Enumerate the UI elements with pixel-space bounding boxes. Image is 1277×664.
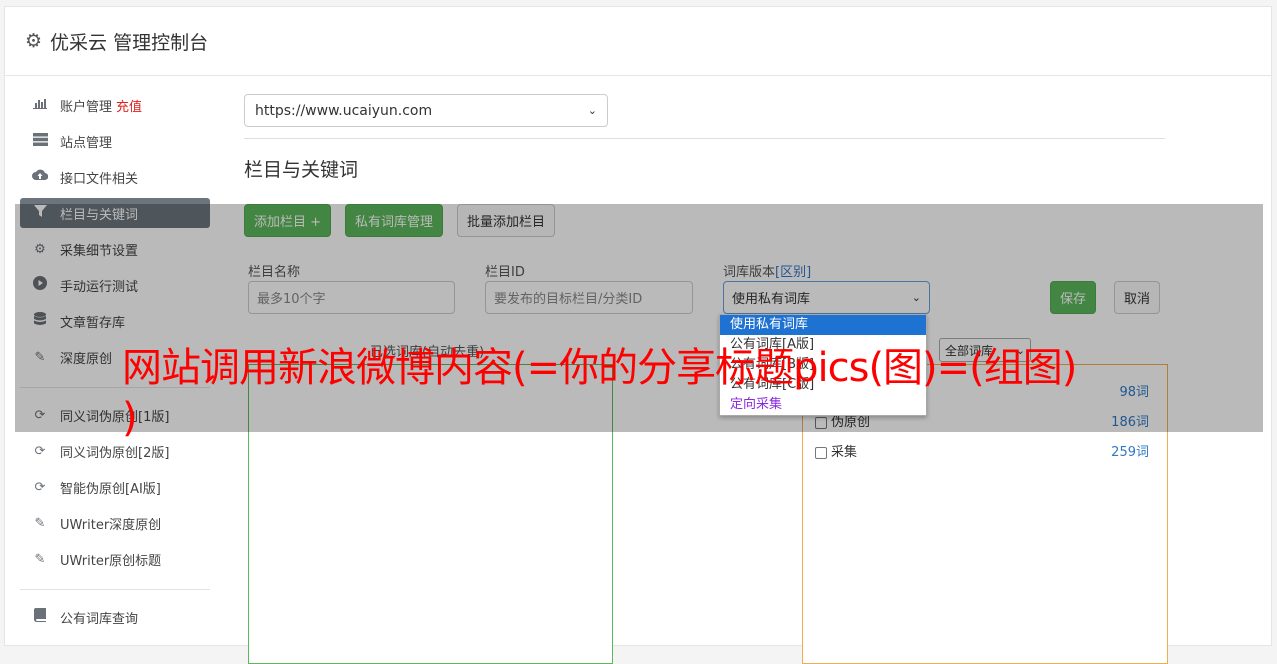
sidebar-item-label: 公有词库查询 [60,611,139,627]
sidebar-item-label: 同义词伪原创[2版] [60,445,170,461]
sidebar-item-label: 账户管理 [60,99,113,115]
sidebar-item-public-lib[interactable]: 公有词库查询 [20,602,210,632]
sidebar-item-label: 接口文件相关 [60,171,139,187]
main-content: https://www.ucaiyun.com ⌄ 栏目与关键词 添加栏目 + … [244,94,1168,664]
sidebar-item-interface[interactable]: 接口文件相关 [20,162,210,192]
sidebar-item-account[interactable]: 账户管理 充值 [20,90,210,120]
server-icon [31,132,49,150]
cloud-upload-icon [31,169,49,185]
page-title: 优采云 管理控制台 [50,31,209,54]
refresh-icon: ⟳ [34,443,46,459]
library-name: 采集 [831,445,858,460]
word-count: 259词 [1111,445,1149,460]
sidebar-divider [20,589,210,590]
gear-icon: ⚙ [25,30,43,52]
book-icon [31,608,49,626]
site-select[interactable]: https://www.ucaiyun.com ⌄ [244,94,608,127]
divider [244,138,1165,139]
watermark-line: ) [122,395,138,441]
sidebar-item-ai-rewrite[interactable]: ⟳ 智能伪原创[AI版] [20,472,210,502]
chevron-down-icon: ⌄ [587,104,597,117]
edit-icon: ✎ [34,515,46,531]
dropdown-option[interactable]: 使用私有词库 [720,315,926,335]
section-title: 栏目与关键词 [244,159,359,181]
checkbox[interactable] [815,446,827,459]
header: ⚙ 优采云 管理控制台 [5,7,1271,76]
site-select-value: https://www.ucaiyun.com [255,102,433,119]
recharge-link[interactable]: 充值 [116,96,142,115]
refresh-icon: ⟳ [34,479,46,495]
sidebar-item-label: 智能伪原创[AI版] [60,481,161,497]
sidebar-item-label: 站点管理 [60,135,113,151]
edit-icon: ✎ [34,551,46,567]
watermark-line: 网站调用新浪微博内容(=你的分享标题pics(图)=(组图) [122,345,1077,391]
sidebar-item-uwriter-title[interactable]: ✎ UWriter原创标题 [20,544,210,574]
sidebar-item-sites[interactable]: 站点管理 [20,126,210,156]
sidebar-item-label: UWriter原创标题 [60,553,162,569]
sidebar-item-label: UWriter深度原创 [60,517,162,533]
watermark-text: 网站调用新浪微博内容(=你的分享标题pics(图)=(组图) ) [122,343,1172,443]
list-item[interactable]: 采集 259词 [815,441,1149,460]
sidebar-item-uwriter-original[interactable]: ✎ UWriter深度原创 [20,508,210,538]
bar-chart-icon [31,97,49,113]
